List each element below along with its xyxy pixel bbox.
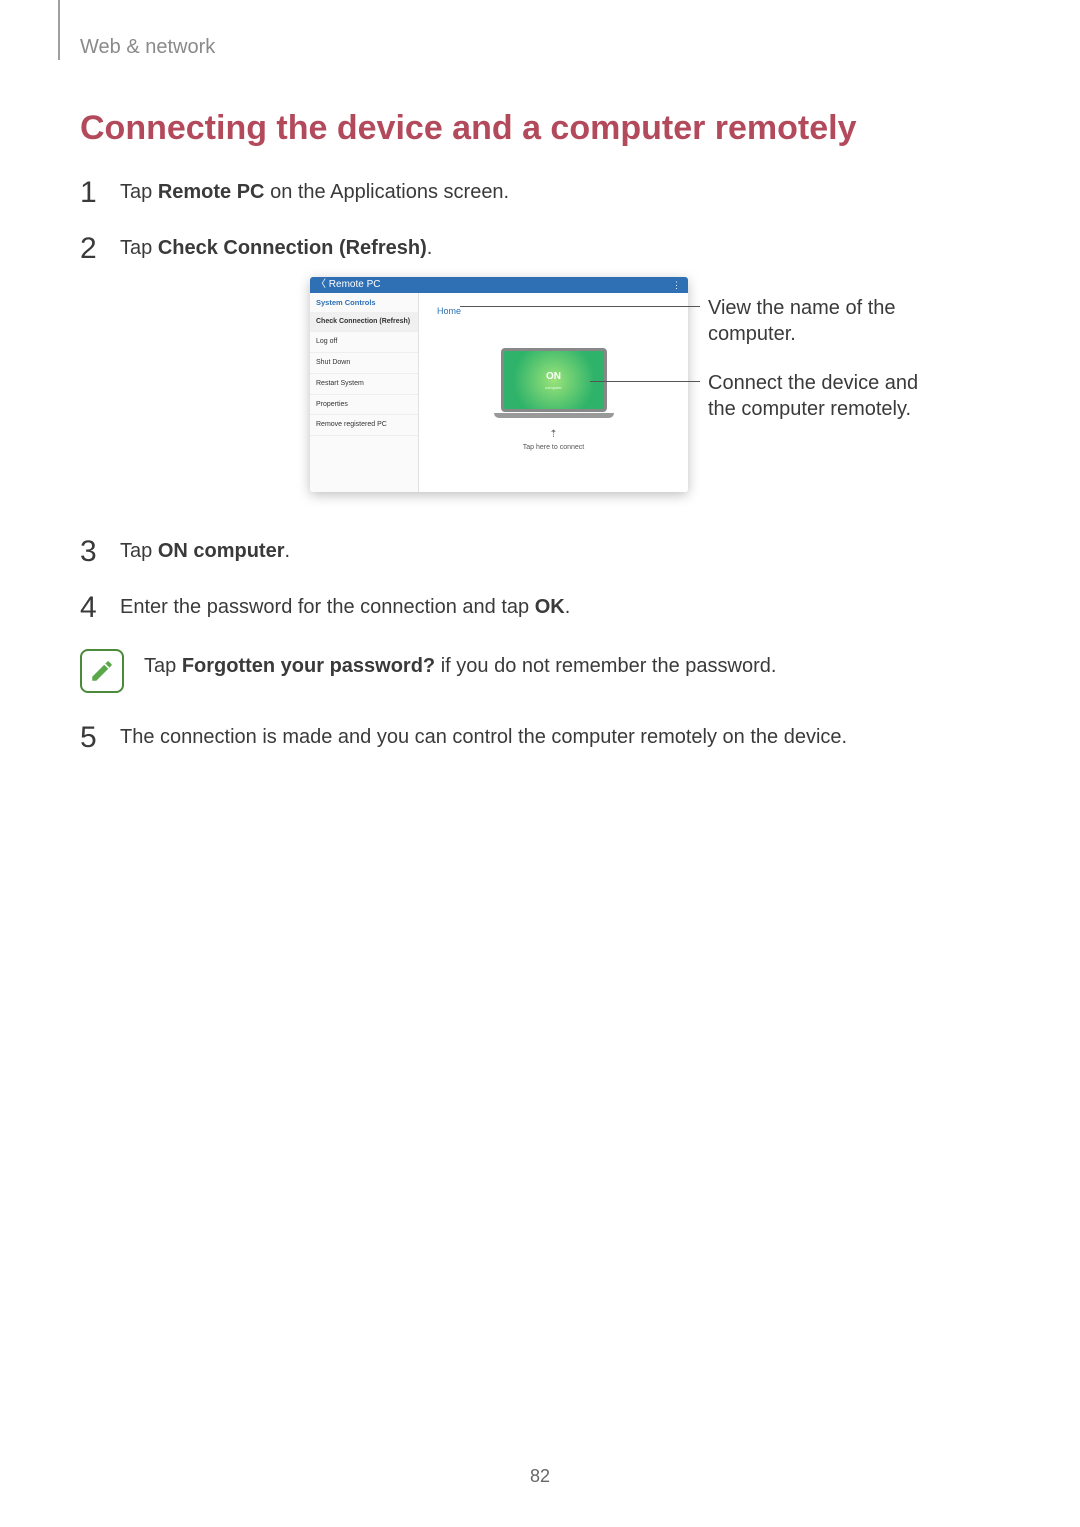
step-text-pre: Tap [120, 181, 158, 203]
overflow-menu-icon[interactable]: ⋮ [672, 279, 682, 292]
step-number: 1 [80, 172, 97, 214]
step-text-pre: Enter the password for the connection an… [120, 596, 535, 618]
app-titlebar[interactable]: 〈 Remote PC ⋮ [310, 277, 688, 293]
step-text-post: . [427, 237, 433, 259]
step-text-bold: Remote PC [158, 181, 265, 203]
computer-screen-icon: ON computer [501, 348, 607, 412]
sidebar-header: System Controls [310, 293, 418, 312]
section-heading: Connecting the device and a computer rem… [80, 109, 1000, 148]
sidebar-item-log-off[interactable]: Log off [310, 332, 418, 353]
step-text-pre: The connection is made and you can contr… [120, 726, 847, 748]
note-text: Tap Forgotten your password? if you do n… [144, 649, 776, 678]
callout-computer-name: View the name of the computer. [708, 295, 928, 347]
note-icon [80, 649, 124, 693]
callout-line [590, 381, 700, 382]
computer-name-label: Home [437, 305, 461, 318]
screenshot-figure: 〈 Remote PC ⋮ System Controls Check Conn… [310, 277, 1080, 507]
computer-illustration[interactable]: ON computer ⇡ Tap here to connect [494, 348, 614, 453]
margin-rule [58, 0, 60, 60]
sidebar-item-restart[interactable]: Restart System [310, 374, 418, 395]
app-title: Remote PC [329, 279, 381, 290]
step-text-pre: Tap [120, 237, 158, 259]
note-pre: Tap [144, 655, 182, 677]
on-sublabel: computer [545, 385, 562, 391]
pencil-icon [89, 658, 115, 684]
note-bold: Forgotten your password? [182, 655, 435, 677]
callout-connect: Connect the device and the computer remo… [708, 370, 928, 422]
sidebar-item-remove-pc[interactable]: Remove registered PC [310, 415, 418, 436]
note-post: if you do not remember the password. [435, 655, 776, 677]
step-text-post: . [565, 596, 571, 618]
device-frame: 〈 Remote PC ⋮ System Controls Check Conn… [310, 277, 688, 492]
main-area: Home ON computer ⇡ Tap here to connect [419, 293, 688, 492]
step-number: 4 [80, 587, 97, 629]
step-number: 2 [80, 228, 97, 270]
step-number: 5 [80, 717, 97, 759]
up-arrow-icon: ⇡ [494, 428, 614, 442]
step-number: 3 [80, 531, 97, 573]
step-text-bold: Check Connection (Refresh) [158, 237, 427, 259]
breadcrumb: Web & network [80, 36, 1000, 59]
step-text-bold: OK [535, 596, 565, 618]
step-text-post: . [285, 540, 291, 562]
step-3: 3 Tap ON computer. [80, 537, 1000, 565]
step-text-post: on the Applications screen. [265, 181, 510, 203]
laptop-base [494, 413, 614, 418]
step-text-pre: Tap [120, 540, 158, 562]
sidebar: System Controls Check Connection (Refres… [310, 293, 419, 492]
step-text-bold: ON computer [158, 540, 285, 562]
sidebar-item-shut-down[interactable]: Shut Down [310, 353, 418, 374]
callout-line [460, 306, 700, 307]
step-2: 2 Tap Check Connection (Refresh). 〈 Remo… [80, 234, 1000, 507]
step-4: 4 Enter the password for the connection … [80, 593, 1000, 621]
note-block: Tap Forgotten your password? if you do n… [80, 649, 1000, 693]
on-label: ON [546, 370, 561, 384]
sidebar-item-check-connection[interactable]: Check Connection (Refresh) [310, 312, 418, 333]
tap-to-connect-label: Tap here to connect [494, 443, 614, 453]
page-number: 82 [0, 1466, 1080, 1487]
step-1: 1 Tap Remote PC on the Applications scre… [80, 178, 1000, 206]
step-5: 5 The connection is made and you can con… [80, 723, 1000, 751]
sidebar-item-properties[interactable]: Properties [310, 395, 418, 416]
back-button[interactable]: 〈 Remote PC [316, 278, 380, 292]
